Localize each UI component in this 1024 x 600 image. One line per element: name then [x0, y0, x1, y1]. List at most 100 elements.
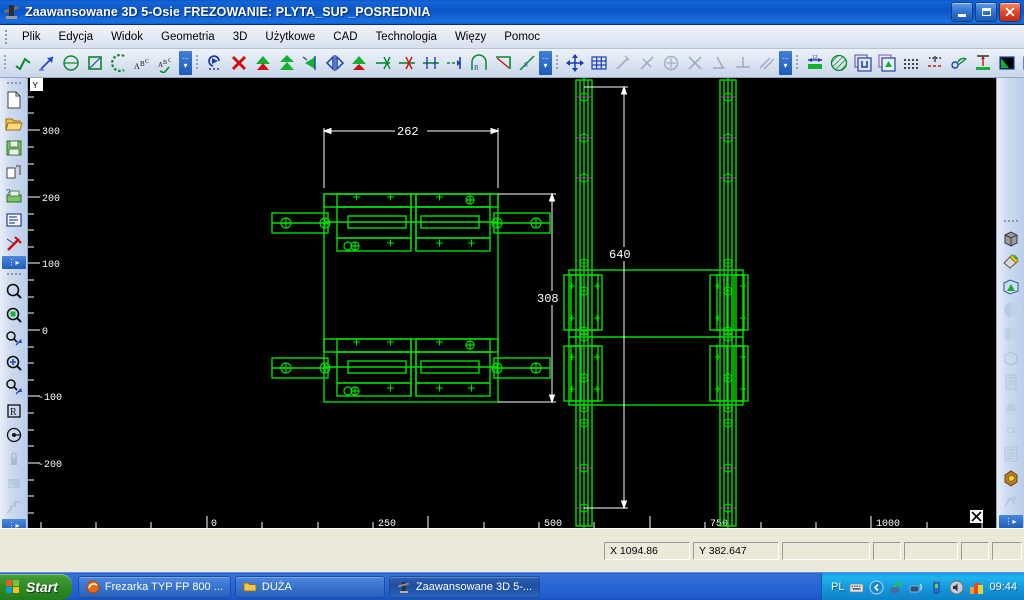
- task-button-zaawansowane[interactable]: Zaawansowane 3D 5-...: [388, 575, 541, 598]
- arc-dashed-icon[interactable]: [107, 51, 131, 75]
- fillet-radius-icon[interactable]: R: [467, 51, 491, 75]
- menu-widok[interactable]: Widok: [102, 28, 152, 46]
- menu-edycja[interactable]: Edycja: [50, 28, 103, 46]
- zoom-pan-icon[interactable]: [2, 327, 26, 351]
- cad-viewport[interactable]: 300 200 100 0 -100 -200 Y 0 250 500 750 …: [28, 78, 996, 528]
- trim-up-red-icon[interactable]: [251, 51, 275, 75]
- mirror-icon[interactable]: [323, 51, 347, 75]
- menu-cad[interactable]: CAD: [324, 28, 366, 46]
- toolbar-grip-4[interactable]: [794, 52, 801, 74]
- redraw-r-icon[interactable]: R: [2, 399, 26, 423]
- toolbar-overflow-3[interactable]: ⋯ ▾: [779, 51, 792, 75]
- export-icon[interactable]: [2, 160, 26, 184]
- task-button-duza[interactable]: DUŻA: [234, 575, 385, 598]
- new-file-icon[interactable]: [2, 88, 26, 112]
- toolbar-grip-3[interactable]: [554, 52, 561, 74]
- toolbar-overflow-1[interactable]: ⋯ ▾: [179, 51, 192, 75]
- right-toolbar-overflow[interactable]: ⋮▸: [998, 515, 1023, 528]
- snap-intersection-icon: [683, 51, 707, 75]
- show-hidden-icon[interactable]: [869, 579, 885, 595]
- menu-technologia[interactable]: Technologia: [367, 28, 446, 46]
- grid-icon[interactable]: [587, 51, 611, 75]
- cube-gem-icon[interactable]: [999, 466, 1023, 490]
- delete-cross-icon[interactable]: [227, 51, 251, 75]
- dimension-stretch-icon[interactable]: [971, 51, 995, 75]
- offset-icon[interactable]: S: [515, 51, 539, 75]
- cube-paint-icon[interactable]: [999, 250, 1023, 274]
- arrow-vector-icon[interactable]: [35, 51, 59, 75]
- left-toolbar-overflow-1[interactable]: ⋮▸: [1, 256, 26, 269]
- network-sync-icon[interactable]: [889, 580, 904, 595]
- task-button-frezarka[interactable]: Frezarka TYP FP 800 ...: [77, 575, 231, 598]
- battery-icon[interactable]: [929, 580, 944, 595]
- text-abc-icon[interactable]: ABC: [131, 51, 155, 75]
- rotate-view-icon[interactable]: [2, 423, 26, 447]
- text-abc-check-icon[interactable]: ABC: [155, 51, 179, 75]
- linetype-dashed-icon[interactable]: [899, 51, 923, 75]
- zoom-previous-icon[interactable]: [2, 375, 26, 399]
- toolbar-grip-2[interactable]: [194, 52, 201, 74]
- trim-left-icon[interactable]: [299, 51, 323, 75]
- task-button-label: DUŻA: [261, 580, 292, 593]
- move-pan-icon[interactable]: [563, 51, 587, 75]
- trim-between-icon[interactable]: [419, 51, 443, 75]
- view-halftone-icon[interactable]: [995, 51, 1019, 75]
- left-toolbar-grip-1[interactable]: [4, 80, 24, 87]
- x-tick-1000: 1000: [876, 519, 900, 528]
- ellipse-icon[interactable]: [59, 51, 83, 75]
- menu-grip[interactable]: [3, 28, 11, 46]
- svg-text:R: R: [10, 407, 17, 418]
- task-button-label: Frezarka TYP FP 800 ...: [104, 580, 223, 593]
- milling-machine-icon: [3, 3, 21, 21]
- keyboard-icon[interactable]: [849, 580, 864, 595]
- help-print-icon[interactable]: ?: [2, 184, 26, 208]
- close-button[interactable]: ✕: [999, 2, 1021, 22]
- volume-icon[interactable]: [949, 580, 964, 595]
- chamfer-icon[interactable]: [491, 51, 515, 75]
- save-disk-icon[interactable]: [2, 136, 26, 160]
- menu-plik[interactable]: Plik: [13, 28, 50, 46]
- square-diagonal-icon[interactable]: [83, 51, 107, 75]
- lock-icon: [2, 447, 26, 471]
- layer-green-icon[interactable]: [875, 51, 899, 75]
- maximize-button[interactable]: [975, 2, 997, 22]
- minimize-button[interactable]: [951, 2, 973, 22]
- language-indicator[interactable]: PL: [831, 581, 844, 593]
- zoom-in-icon[interactable]: [2, 351, 26, 375]
- left-toolbar-grip-2[interactable]: [4, 271, 24, 278]
- polyline-icon[interactable]: [11, 51, 35, 75]
- zoom-window-icon[interactable]: [2, 279, 26, 303]
- milling-machine-icon: [397, 580, 411, 594]
- toolbar-overflow-2[interactable]: ⋯ ▾: [539, 51, 552, 75]
- extend-up-green-icon[interactable]: [275, 51, 299, 75]
- menu-3d[interactable]: 3D: [224, 28, 257, 46]
- update-icon[interactable]: [969, 580, 984, 595]
- erase-all-icon[interactable]: [2, 232, 26, 256]
- hatch-icon[interactable]: [827, 51, 851, 75]
- linetype-centerline-icon[interactable]: [923, 51, 947, 75]
- dimension-linear-icon[interactable]: 12: [803, 51, 827, 75]
- start-button[interactable]: Start: [0, 573, 72, 600]
- break-at-point-icon[interactable]: [443, 51, 467, 75]
- toolbar-grip-1[interactable]: [2, 52, 9, 74]
- clock[interactable]: 09:44: [989, 581, 1017, 593]
- report-icon[interactable]: [2, 208, 26, 232]
- network-icon[interactable]: [909, 580, 924, 595]
- cad-drawing[interactable]: 300 200 100 0 -100 -200 Y 0 250 500 750 …: [28, 78, 996, 528]
- menu-pomoc[interactable]: Pomoc: [495, 28, 549, 46]
- menu-geometria[interactable]: Geometria: [152, 28, 224, 46]
- menu-uzytkowe[interactable]: Użytkowe: [256, 28, 324, 46]
- zoom-extents-icon[interactable]: [2, 303, 26, 327]
- undo-icon[interactable]: [203, 51, 227, 75]
- right-toolbar-grip-top[interactable]: [1001, 218, 1021, 225]
- intersect-cut-icon[interactable]: [371, 51, 395, 75]
- extend-green-red-icon[interactable]: [347, 51, 371, 75]
- layer-u-icon[interactable]: [851, 51, 875, 75]
- cube-solid-icon[interactable]: [999, 226, 1023, 250]
- cube-extrude-icon[interactable]: [999, 274, 1023, 298]
- rotate-object-icon[interactable]: [947, 51, 971, 75]
- open-folder-icon[interactable]: [2, 112, 26, 136]
- view-shade-icon[interactable]: [1019, 51, 1024, 75]
- divide-icon[interactable]: [395, 51, 419, 75]
- menu-wiezy[interactable]: Więzy: [446, 28, 495, 46]
